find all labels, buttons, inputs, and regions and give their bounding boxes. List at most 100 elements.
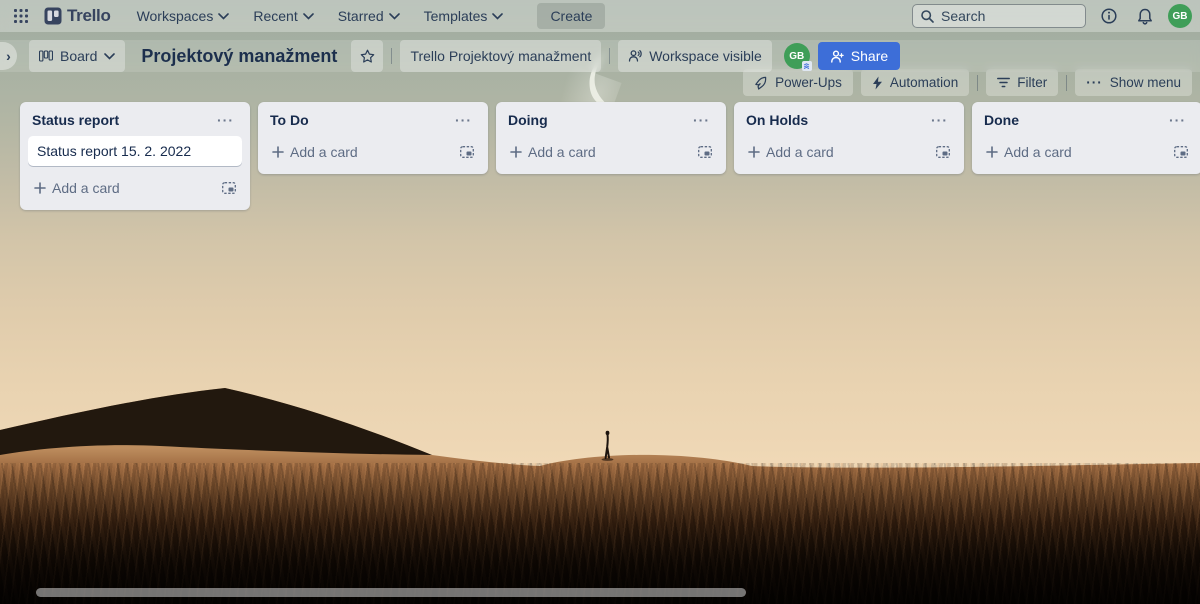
filter-label: Filter [1017,75,1047,90]
automation-button[interactable]: Automation [861,69,969,96]
power-ups-label: Power-Ups [775,75,842,90]
plus-icon [986,146,998,158]
trello-logo[interactable]: Trello [44,6,111,26]
list-menu-button[interactable]: ··· [689,115,714,125]
create-from-template-button[interactable] [216,175,242,201]
power-ups-button[interactable]: Power-Ups [743,69,853,96]
chevron-down-icon [104,53,115,60]
plus-icon [272,146,284,158]
plus-icon [748,146,760,158]
list-done: Done ··· Add a card [972,102,1200,174]
info-icon [1101,8,1117,24]
template-icon [1174,146,1188,158]
create-from-template-button[interactable] [692,139,718,165]
list-title: Status report [32,112,119,128]
topbar-right-group: GB [912,3,1192,29]
divider [391,48,392,64]
board-action-row: Power-Ups Automation Filter ··· Show men… [743,69,1192,96]
board-header-bar: › Board Projektový manažment Trello Proj… [0,40,1200,72]
create-from-template-button[interactable] [1168,139,1194,165]
chevron-down-icon [492,13,503,20]
ellipsis-icon: ··· [1086,75,1103,90]
workspace-name-button[interactable]: Trello Projektový manažment [400,40,601,72]
brand-name: Trello [67,6,111,26]
rocket-icon [754,76,768,90]
show-menu-button[interactable]: ··· Show menu [1075,69,1192,96]
lightning-icon [872,76,883,90]
chevron-right-icon: › [6,48,11,64]
nav-recent-label: Recent [253,8,297,24]
list-title: Done [984,112,1019,128]
workspace-name-label: Trello Projektový manažment [410,48,591,64]
board-view-switcher[interactable]: Board [29,40,125,72]
list-title: To Do [270,112,309,128]
notifications-button[interactable] [1132,3,1158,29]
add-card-button[interactable]: Add a card [28,174,216,202]
share-label: Share [851,48,888,64]
add-card-button[interactable]: Add a card [742,138,930,166]
app-grid-icon [14,9,28,23]
nav-recent[interactable]: Recent [245,3,321,29]
member-admin-badge-icon [802,61,812,71]
add-card-button[interactable]: Add a card [504,138,692,166]
share-person-add-icon [830,50,844,63]
app-switcher-button[interactable] [8,3,34,29]
create-from-template-button[interactable] [454,139,480,165]
create-from-template-button[interactable] [930,139,956,165]
list-menu-button[interactable]: ··· [451,115,476,125]
list-to-do: To Do ··· Add a card [258,102,488,174]
member-initials: GB [789,51,804,62]
info-button[interactable] [1096,3,1122,29]
nav-templates-label: Templates [424,8,488,24]
board-title[interactable]: Projektový manažment [141,46,337,67]
card-status-report[interactable]: Status report 15. 2. 2022 [28,136,242,166]
list-menu-button[interactable]: ··· [927,115,952,125]
show-menu-label: Show menu [1110,75,1181,90]
search-input[interactable] [941,8,1061,24]
add-card-label: Add a card [1004,144,1072,160]
share-button[interactable]: Share [818,42,900,70]
add-card-label: Add a card [528,144,596,160]
add-card-button[interactable]: Add a card [266,138,454,166]
chevron-down-icon [303,13,314,20]
filter-button[interactable]: Filter [986,69,1058,96]
nav-workspaces[interactable]: Workspaces [129,3,238,29]
search-box[interactable] [912,4,1086,28]
visibility-label: Workspace visible [649,48,762,64]
template-icon [460,146,474,158]
chevron-down-icon [389,13,400,20]
visibility-button[interactable]: Workspace visible [618,40,772,72]
trello-logo-icon [44,7,62,25]
board-lists: Status report ··· Status report 15. 2. 2… [20,102,1200,210]
workspace-members-icon [628,49,642,63]
star-board-button[interactable] [351,40,383,72]
bell-icon [1137,8,1153,25]
star-icon [360,49,375,64]
board-member-avatar[interactable]: GB [784,43,810,69]
horizontal-scrollbar-thumb[interactable] [36,588,746,597]
nav-starred[interactable]: Starred [330,3,408,29]
add-card-label: Add a card [766,144,834,160]
list-title: Doing [508,112,548,128]
list-menu-button[interactable]: ··· [1165,115,1190,125]
divider [977,75,978,91]
nav-templates[interactable]: Templates [416,3,512,29]
automation-label: Automation [890,75,958,90]
board-view-label: Board [60,48,97,64]
add-card-label: Add a card [290,144,358,160]
board-view-icon [39,50,53,62]
add-card-button[interactable]: Add a card [980,138,1168,166]
template-icon [222,182,236,194]
sidebar-expand-button[interactable]: › [0,42,17,70]
list-menu-button[interactable]: ··· [213,115,238,125]
divider [1066,75,1067,91]
top-navigation-bar: Trello Workspaces Recent Starred Templat… [0,0,1200,32]
divider [609,48,610,64]
nav-workspaces-label: Workspaces [137,8,214,24]
nav-starred-label: Starred [338,8,384,24]
plus-icon [34,182,46,194]
user-avatar[interactable]: GB [1168,4,1192,28]
list-title: On Holds [746,112,808,128]
list-on-holds: On Holds ··· Add a card [734,102,964,174]
create-button[interactable]: Create [537,3,605,29]
